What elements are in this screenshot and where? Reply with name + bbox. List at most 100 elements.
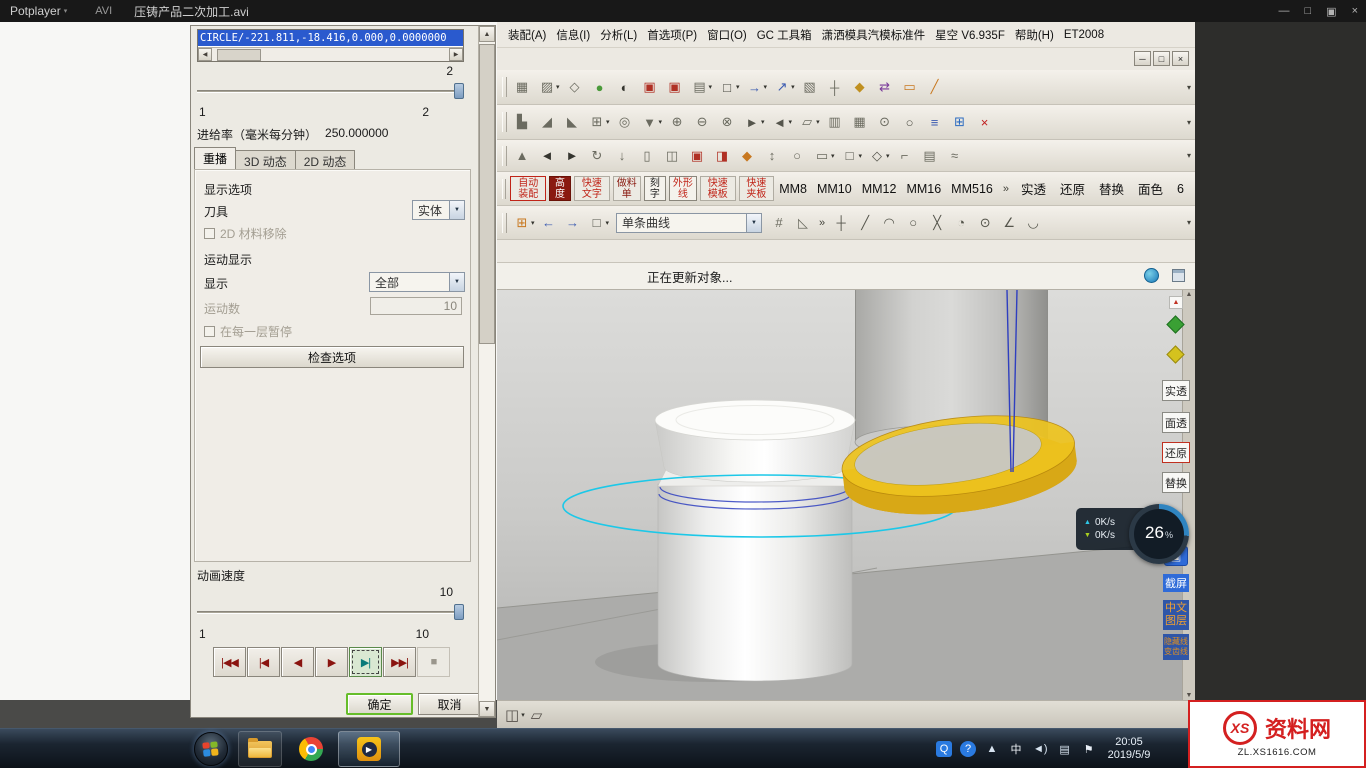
step-forward-button[interactable]: ▶|: [349, 647, 382, 677]
motion-count-field[interactable]: 10: [370, 297, 462, 315]
pp-close-button[interactable]: ×: [1352, 5, 1358, 17]
stairs-icon[interactable]: ▙: [511, 110, 533, 134]
ime-language-icon[interactable]: 中: [1008, 741, 1024, 757]
back-icon[interactable]: ◄: [536, 144, 558, 168]
help-icon[interactable]: ?: [960, 741, 976, 757]
snap-tangent-icon[interactable]: ◡: [1022, 211, 1044, 235]
face-translucent-button[interactable]: 面透: [1162, 412, 1190, 433]
pp-minimize-button[interactable]: —: [1279, 5, 1290, 17]
chevron-more-icon[interactable]: »: [1003, 183, 1009, 195]
quick-clamp-button[interactable]: 快速夹板: [739, 176, 775, 201]
dropdown-arrow-icon[interactable]: ▾: [736, 83, 740, 91]
main-cylinder-part[interactable]: [655, 400, 855, 681]
dropdown-arrow-icon[interactable]: ▾: [531, 219, 535, 227]
engrave-button[interactable]: 刻字: [644, 176, 666, 201]
show-combo[interactable]: 全部 ▼: [369, 272, 465, 292]
solid-translucent-button[interactable]: 实透: [1162, 380, 1190, 401]
red-face-icon[interactable]: ◨: [711, 144, 733, 168]
animation-speed-slider[interactable]: [197, 603, 464, 621]
column-icon[interactable]: ▯: [636, 144, 658, 168]
gold-part-icon[interactable]: ◆: [736, 144, 758, 168]
pattern-icon[interactable]: ⊞ ▾: [586, 110, 611, 134]
potplayer-menu-button[interactable]: Potplayer: [10, 4, 61, 18]
tab-replay[interactable]: 重播: [194, 147, 236, 169]
quick-text-command[interactable]: 实透: [1021, 179, 1046, 198]
size-label[interactable]: MM10: [817, 182, 852, 196]
corner-icon[interactable]: ◣: [561, 110, 583, 134]
chevron-down-icon[interactable]: ▼: [746, 214, 761, 232]
height-button[interactable]: 高度: [549, 176, 571, 201]
plane-snap-icon[interactable]: ◺: [792, 211, 814, 235]
csys-icon[interactable]: ┼: [824, 75, 846, 99]
selection-scope-combo[interactable]: 单条曲线 ▼: [616, 213, 762, 233]
chevron-more-icon[interactable]: »: [819, 217, 825, 229]
material-removal-checkbox[interactable]: 2D 材料移除: [204, 225, 287, 242]
dropdown-arrow-icon[interactable]: ▾: [556, 83, 560, 91]
dropdown-arrow-icon[interactable]: ▾: [606, 219, 610, 227]
grid-snap-icon[interactable]: #: [768, 211, 790, 235]
orbit-icon[interactable]: ↻: [586, 144, 608, 168]
tool-display-combo[interactable]: 实体 ▼: [412, 200, 465, 220]
menu-item[interactable]: 装配(A): [503, 27, 551, 43]
start-button[interactable]: [194, 732, 228, 766]
dropdown-arrow-icon[interactable]: ▾: [521, 711, 525, 719]
subtract-icon[interactable]: ⊖: [691, 110, 713, 134]
red-block-icon[interactable]: ▣: [686, 144, 708, 168]
direction-icon[interactable]: ► ▾: [741, 110, 766, 134]
go-start-button[interactable]: |◀◀: [213, 647, 246, 677]
tab-3d-dynamic[interactable]: 3D 动态: [235, 150, 296, 169]
slant-line-icon[interactable]: ╱: [924, 75, 946, 99]
chevron-down-icon[interactable]: ▼: [449, 201, 464, 219]
dropdown-arrow-icon[interactable]: ▾: [831, 152, 835, 160]
polygon-icon[interactable]: ◇ ▾: [866, 144, 891, 168]
stop-button[interactable]: ■: [417, 647, 450, 677]
sphere-icon[interactable]: ●: [589, 75, 611, 99]
ok-button[interactable]: 确定: [346, 693, 413, 715]
dropdown-arrow-icon[interactable]: ▾: [886, 152, 890, 160]
material-list-button[interactable]: 做料单: [613, 176, 641, 201]
mini-marker-icon[interactable]: ▲: [1169, 296, 1183, 309]
network-icon[interactable]: ▤: [1057, 741, 1073, 757]
view-style-icon[interactable]: ▱: [531, 706, 543, 724]
shaded-display-icon[interactable]: ◐: [614, 75, 636, 99]
pp-pip-button[interactable]: ▣: [1326, 5, 1336, 18]
key-tool-icon[interactable]: ◆: [849, 75, 871, 99]
next-selection-icon[interactable]: →: [562, 211, 584, 235]
menu-item[interactable]: 潇洒模具汽模标准件: [817, 27, 931, 43]
toolpath-list-selected-row[interactable]: CIRCLE/-221.811,-18.416,0.000,0.0000000: [198, 30, 463, 46]
block-feature-icon[interactable]: ▣: [639, 75, 661, 99]
input-method-icon[interactable]: Q: [936, 741, 952, 757]
snap-quadrant-icon[interactable]: ◔: [950, 211, 972, 235]
toolbar-grip[interactable]: [502, 213, 507, 233]
trim-sheet-icon[interactable]: ▧: [799, 75, 821, 99]
scroll-up-icon[interactable]: ▲: [479, 26, 495, 42]
chinese-layer-button[interactable]: 中文 图层: [1163, 600, 1189, 630]
slider-thumb[interactable]: [454, 604, 464, 620]
sweep-icon[interactable]: ▱ ▾: [796, 110, 821, 134]
note-icon[interactable]: ▤: [919, 144, 941, 168]
menu-item[interactable]: 星空 V6.935F: [930, 27, 1010, 43]
bounding-box-icon[interactable]: □ ▾: [716, 75, 741, 99]
size-label[interactable]: MM8: [779, 182, 807, 196]
volume-icon[interactable]: ◄): [1032, 741, 1049, 757]
scroll-down-icon[interactable]: ▼: [479, 701, 495, 717]
dropdown-arrow-icon[interactable]: ▾: [606, 118, 610, 126]
cavity-icon[interactable]: ▤ ▾: [689, 75, 714, 99]
dialog-vertical-scrollbar[interactable]: ▲ ▼: [478, 26, 495, 717]
hidden-line-button[interactable]: 隐藏线 变齿线: [1163, 634, 1189, 660]
menu-item[interactable]: 帮助(H): [1010, 27, 1059, 43]
spline-icon[interactable]: ≈: [944, 144, 966, 168]
restore-view-button[interactable]: 还原: [1162, 442, 1190, 463]
wedge-icon[interactable]: ◢: [536, 110, 558, 134]
revolve-icon[interactable]: ◎: [614, 110, 636, 134]
nx-minimize-button[interactable]: ─: [1134, 51, 1151, 66]
snap-angle-icon[interactable]: ∠: [998, 211, 1020, 235]
replace-button[interactable]: 替换: [1162, 472, 1190, 493]
quick-text-command[interactable]: 替换: [1099, 179, 1124, 198]
menu-item[interactable]: ET2008: [1059, 29, 1109, 41]
scroll-right-icon[interactable]: ▶: [449, 48, 463, 61]
datum-plane-icon[interactable]: ◇: [564, 75, 586, 99]
size-label[interactable]: MM12: [862, 182, 897, 196]
dropdown-arrow-icon[interactable]: ▾: [761, 118, 765, 126]
scroll-left-icon[interactable]: ◀: [198, 48, 212, 61]
